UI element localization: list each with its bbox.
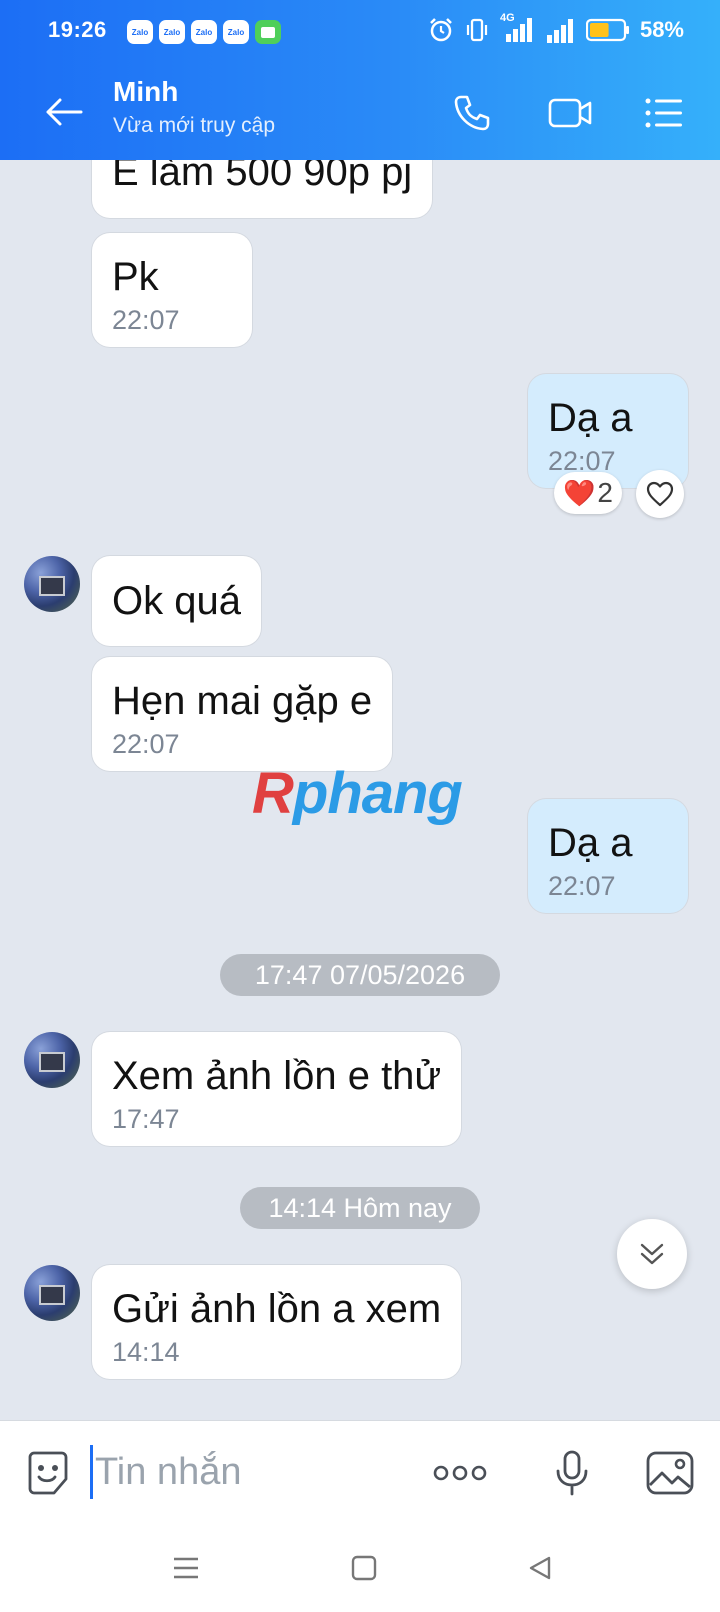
message-bubble-incoming[interactable]: Pk 22:07 <box>92 233 252 347</box>
zalo-notification-icon: Zalo <box>191 20 217 44</box>
contact-status: Vừa mới truy cập <box>113 114 276 137</box>
zalo-notification-icon: Zalo <box>127 20 153 44</box>
double-chevron-down-icon <box>640 1243 664 1265</box>
status-right: 4G 58% <box>428 12 684 44</box>
battery-icon <box>585 18 629 42</box>
microphone-icon <box>556 1450 588 1496</box>
image-gallery-icon <box>646 1451 694 1495</box>
top-bar: Minh Vừa mới truy cập <box>0 66 720 160</box>
signal-icon <box>546 19 573 43</box>
status-time: 19:26 <box>48 17 107 42</box>
contact-name: Minh <box>113 76 179 107</box>
message-time: 17:47 <box>112 1104 180 1134</box>
status-bar: 19:26 Zalo Zalo Zalo Zalo 4G 58% <box>0 0 720 66</box>
phone-icon <box>454 95 490 131</box>
message-text: Ok quá <box>112 579 241 623</box>
message-text: Pk <box>112 255 159 299</box>
message-text: Gửi ảnh lồn a xem <box>112 1287 442 1331</box>
heart-reaction-icon: ❤️ <box>563 477 596 508</box>
date-separator: 14:14 Hôm nay <box>240 1187 480 1229</box>
nav-home-button[interactable] <box>342 1546 386 1590</box>
message-text: Xem ảnh lồn e thử <box>112 1054 442 1098</box>
menu-lines-icon <box>174 1557 198 1579</box>
heart-outline-icon <box>646 481 674 507</box>
back-button[interactable] <box>40 90 88 134</box>
message-bubble-outgoing[interactable]: Dạ a 22:07 <box>528 799 688 913</box>
options-button[interactable] <box>638 90 690 136</box>
alarm-icon <box>430 18 452 42</box>
contact-avatar[interactable] <box>24 1032 80 1088</box>
photo-button[interactable] <box>644 1447 696 1499</box>
nav-back-button[interactable] <box>518 1546 562 1590</box>
message-time: 22:07 <box>112 305 180 335</box>
contact-avatar[interactable] <box>24 556 80 612</box>
message-bubble-incoming[interactable]: E làm 500 90p pj <box>92 160 433 218</box>
message-time: 14:14 <box>112 1337 180 1367</box>
message-time: 22:07 <box>548 871 616 901</box>
options-list-icon <box>645 98 682 128</box>
message-text: E làm 500 90p pj <box>112 160 413 194</box>
message-text: Hẹn mai gặp e <box>112 679 373 723</box>
video-call-button[interactable] <box>544 90 596 136</box>
message-time: 22:07 <box>112 729 180 759</box>
messages-notification-icon <box>255 20 281 44</box>
chat-messages[interactable]: E làm 500 90p pj Pk 22:07 Dạ a 22:07 ❤️ … <box>0 160 720 1420</box>
message-text: Dạ a <box>548 396 633 440</box>
date-separator: 17:47 07/05/2026 <box>220 954 500 996</box>
message-bubble-incoming[interactable]: Gửi ảnh lồn a xem 14:14 <box>92 1265 462 1379</box>
zalo-notification-icon: Zalo <box>223 20 249 44</box>
message-text: Dạ a <box>548 821 633 865</box>
notification-icons: Zalo Zalo Zalo Zalo <box>127 20 281 44</box>
message-bubble-incoming[interactable]: Hẹn mai gặp e 22:07 <box>92 657 393 771</box>
contact-info[interactable]: Minh Vừa mới truy cập <box>113 76 275 138</box>
sticker-button[interactable] <box>22 1447 74 1499</box>
sticker-emoji-icon <box>28 1451 68 1495</box>
zalo-notification-icon: Zalo <box>159 20 185 44</box>
nav-menu-button[interactable] <box>164 1546 208 1590</box>
square-home-icon <box>351 1555 377 1581</box>
voice-call-button[interactable] <box>446 90 498 136</box>
scroll-to-bottom-button[interactable] <box>617 1219 687 1289</box>
message-bubble-incoming[interactable]: Ok quá <box>92 556 261 646</box>
more-dots-icon <box>433 1465 487 1481</box>
reaction-summary[interactable]: ❤️ 2 <box>554 472 622 514</box>
signal-4g-icon: 4G <box>500 12 536 44</box>
chat-header: 19:26 Zalo Zalo Zalo Zalo 4G 58% Minh Vừ… <box>0 0 720 160</box>
watermark-logo: Rphang <box>252 761 463 826</box>
vibrate-icon <box>466 18 488 42</box>
react-button[interactable] <box>636 470 684 518</box>
video-call-icon <box>548 98 592 128</box>
system-nav-bar <box>0 1524 720 1612</box>
message-input-bar <box>0 1420 720 1524</box>
more-options-button[interactable] <box>432 1447 488 1499</box>
voice-message-button[interactable] <box>546 1447 598 1499</box>
contact-avatar[interactable] <box>24 1265 80 1321</box>
message-input[interactable] <box>90 1445 410 1499</box>
back-arrow-icon <box>46 98 83 126</box>
message-bubble-incoming[interactable]: Xem ảnh lồn e thử 17:47 <box>92 1032 462 1146</box>
reaction-count: 2 <box>597 477 613 508</box>
triangle-back-icon <box>529 1556 551 1580</box>
battery-percent: 58% <box>639 17 684 42</box>
